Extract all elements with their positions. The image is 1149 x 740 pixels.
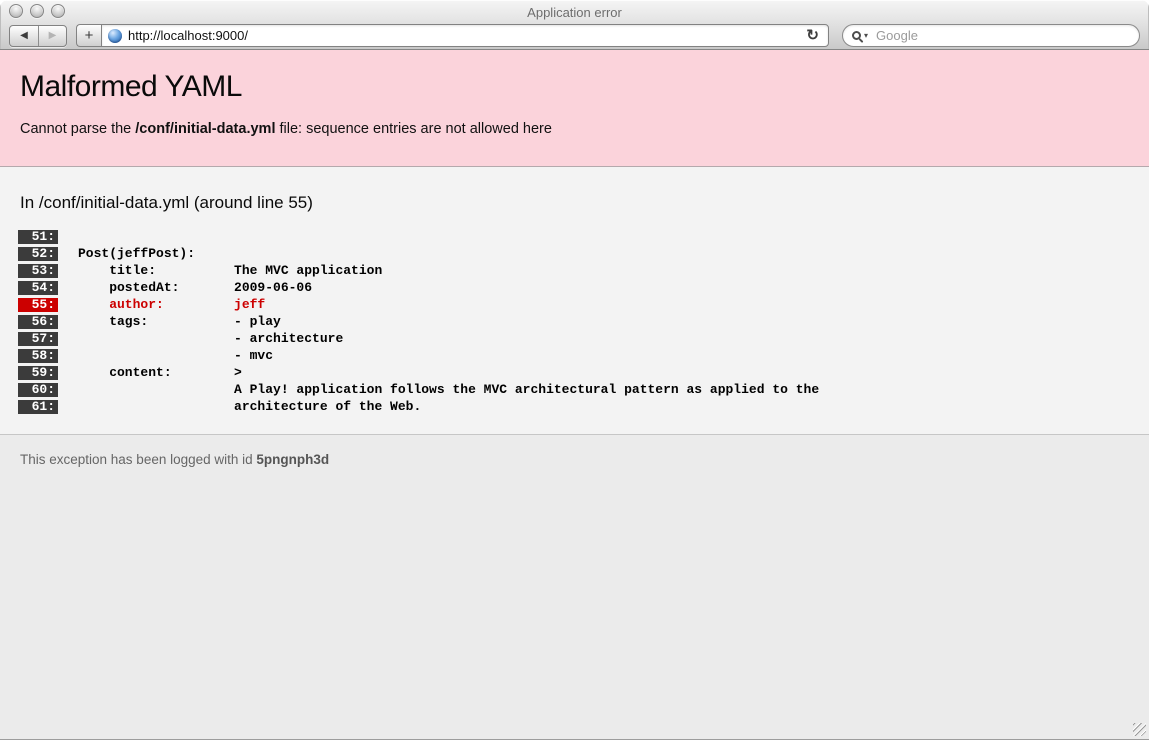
window-titlebar[interactable]: Application error <box>0 0 1149 22</box>
url-text[interactable]: http://localhost:9000/ <box>128 28 804 43</box>
line-number: 59: <box>18 366 58 380</box>
code-line-error: 55: author: jeff <box>0 296 1149 313</box>
minimize-window-button[interactable] <box>30 4 44 18</box>
line-number: 61: <box>18 400 58 414</box>
line-code: - architecture <box>58 330 343 347</box>
add-bookmark-button[interactable]: + <box>76 24 101 47</box>
line-code: architecture of the Web. <box>58 398 421 415</box>
line-code: Post(jeffPost): <box>58 245 195 262</box>
code-line: 53: title: The MVC application <box>0 262 1149 279</box>
traffic-lights <box>9 4 65 18</box>
code-line: 59: content: > <box>0 364 1149 381</box>
search-placeholder: Google <box>876 28 918 43</box>
line-code: tags: - play <box>58 313 281 330</box>
reload-icon[interactable]: ↻ <box>804 28 821 43</box>
exception-log-note: This exception has been logged with id 5… <box>0 435 1149 484</box>
line-code: A Play! application follows the MVC arch… <box>58 381 819 398</box>
search-options-chevron-icon[interactable]: ▾ <box>864 32 868 40</box>
source-code-listing: 51:52:Post(jeffPost):53: title: The MVC … <box>0 228 1149 415</box>
line-number: 55: <box>18 298 58 312</box>
close-window-button[interactable] <box>9 4 23 18</box>
log-id: 5pngnph3d <box>256 452 329 467</box>
line-number: 52: <box>18 247 58 261</box>
log-note-text: This exception has been logged with id <box>20 452 256 467</box>
window-title: Application error <box>0 0 1149 24</box>
address-bar[interactable]: http://localhost:9000/ ↻ <box>101 24 829 47</box>
back-button[interactable]: ◀ <box>10 26 38 46</box>
line-code: postedAt: 2009-06-06 <box>58 279 312 296</box>
line-code: - mvc <box>58 347 273 364</box>
code-line: 57: - architecture <box>0 330 1149 347</box>
search-icon <box>852 31 861 40</box>
error-description: Cannot parse the /conf/initial-data.yml … <box>20 120 1129 138</box>
code-line: 56: tags: - play <box>0 313 1149 330</box>
zoom-window-button[interactable] <box>51 4 65 18</box>
forward-button[interactable]: ▶ <box>38 26 66 46</box>
source-section: In /conf/initial-data.yml (around line 5… <box>0 167 1149 434</box>
error-description-suffix: file: sequence entries are not allowed h… <box>275 121 551 137</box>
line-number: 58: <box>18 349 58 363</box>
line-number: 54: <box>18 281 58 295</box>
window-chrome: Application error ◀ ▶ + http://localhost… <box>0 0 1149 50</box>
search-field[interactable]: ▾ Google <box>842 24 1140 47</box>
browser-toolbar: ◀ ▶ + http://localhost:9000/ ↻ ▾ Google <box>0 22 1149 49</box>
globe-favicon-icon <box>108 29 122 43</box>
error-banner: Malformed YAML Cannot parse the /conf/in… <box>0 50 1149 167</box>
line-number: 60: <box>18 383 58 397</box>
code-line: 54: postedAt: 2009-06-06 <box>0 279 1149 296</box>
back-arrow-icon: ◀ <box>20 31 28 41</box>
plus-icon: + <box>85 28 94 43</box>
code-line: 60: A Play! application follows the MVC … <box>0 381 1149 398</box>
window-resize-grip[interactable] <box>1133 723 1146 736</box>
line-code: content: > <box>58 364 242 381</box>
error-title: Malformed YAML <box>20 71 1129 103</box>
line-number: 56: <box>18 315 58 329</box>
error-file-path: /conf/initial-data.yml <box>135 121 275 137</box>
footer: This exception has been logged with id 5… <box>0 434 1149 739</box>
line-number: 57: <box>18 332 58 346</box>
line-number: 53: <box>18 264 58 278</box>
code-line: 51: <box>0 228 1149 245</box>
line-number: 51: <box>18 230 58 244</box>
error-description-prefix: Cannot parse the <box>20 121 135 137</box>
code-line: 58: - mvc <box>0 347 1149 364</box>
source-heading: In /conf/initial-data.yml (around line 5… <box>0 193 1149 213</box>
nav-button-group: ◀ ▶ <box>9 25 67 47</box>
code-line: 52:Post(jeffPost): <box>0 245 1149 262</box>
browser-window: Application error ◀ ▶ + http://localhost… <box>0 0 1149 740</box>
code-line: 61: architecture of the Web. <box>0 398 1149 415</box>
forward-arrow-icon: ▶ <box>49 31 57 41</box>
line-code: author: jeff <box>58 296 265 313</box>
line-code: title: The MVC application <box>58 262 382 279</box>
